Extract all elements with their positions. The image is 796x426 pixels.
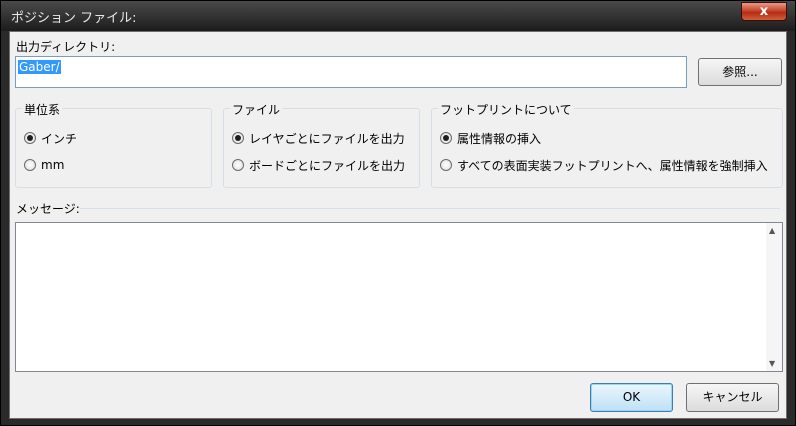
ok-button-label: OK <box>622 390 641 404</box>
scroll-down-icon[interactable]: ▼ <box>769 359 775 368</box>
radio-selected-icon <box>24 132 36 144</box>
output-dir-label: 出力ディレクトリ: <box>16 40 116 54</box>
messages-scrollbar[interactable]: ▲ ▼ <box>766 223 782 371</box>
dialog-window: ポジション ファイル: x 出力ディレクトリ: Gaber/ 参照... 単位系… <box>0 0 796 426</box>
close-button[interactable]: x <box>741 2 787 21</box>
files-group-title: ファイル <box>230 101 283 118</box>
force-attributes-radio[interactable]: すべての表面実装フットプリントへ、属性情報を強制挿入 <box>440 157 768 173</box>
browse-button[interactable]: 参照... <box>698 58 782 86</box>
file-per-board-label: ボードごとにファイルを出力 <box>249 158 406 173</box>
messages-divider <box>80 208 780 209</box>
file-per-board-radio[interactable]: ボードごとにファイルを出力 <box>232 157 405 173</box>
messages-textarea[interactable]: ▲ ▼ <box>15 222 783 372</box>
radio-unselected-icon <box>232 159 244 171</box>
title-bar[interactable]: ポジション ファイル: x <box>1 1 795 31</box>
output-dir-input[interactable]: Gaber/ <box>15 56 687 88</box>
cancel-button-label: キャンセル <box>702 390 763 404</box>
footprints-group-title: フットプリントについて <box>438 101 574 118</box>
unit-inch-label: インチ <box>41 131 78 146</box>
ok-button[interactable]: OK <box>590 383 673 412</box>
units-group: 単位系 インチ mm <box>15 101 212 188</box>
radio-selected-icon <box>440 132 452 144</box>
scroll-up-icon[interactable]: ▲ <box>769 226 775 235</box>
unit-mm-radio[interactable]: mm <box>24 157 64 173</box>
browse-button-label: 参照... <box>722 65 758 79</box>
file-per-layer-label: レイヤごとにファイルを出力 <box>249 131 405 146</box>
radio-unselected-icon <box>440 159 452 171</box>
files-group: ファイル レイヤごとにファイルを出力 ボードごとにファイルを出力 <box>223 101 420 188</box>
insert-attributes-radio[interactable]: 属性情報の挿入 <box>440 130 541 146</box>
close-icon: x <box>759 4 769 19</box>
output-dir-value: Gaber/ <box>18 60 61 74</box>
footprints-group: フットプリントについて 属性情報の挿入 すべての表面実装フットプリントへ、属性情… <box>431 101 783 188</box>
radio-unselected-icon <box>24 159 36 171</box>
dialog-content: 出力ディレクトリ: Gaber/ 参照... 単位系 インチ mm ファイル レ… <box>9 31 787 419</box>
cancel-button[interactable]: キャンセル <box>686 383 779 412</box>
dialog-title: ポジション ファイル: <box>11 11 137 26</box>
unit-mm-label: mm <box>41 158 65 172</box>
unit-inch-radio[interactable]: インチ <box>24 130 77 146</box>
force-attributes-label: すべての表面実装フットプリントへ、属性情報を強制挿入 <box>457 158 768 173</box>
radio-selected-icon <box>232 132 244 144</box>
messages-label: メッセージ: <box>16 202 80 216</box>
insert-attributes-label: 属性情報の挿入 <box>457 131 542 146</box>
units-group-title: 単位系 <box>22 101 63 118</box>
file-per-layer-radio[interactable]: レイヤごとにファイルを出力 <box>232 130 405 146</box>
